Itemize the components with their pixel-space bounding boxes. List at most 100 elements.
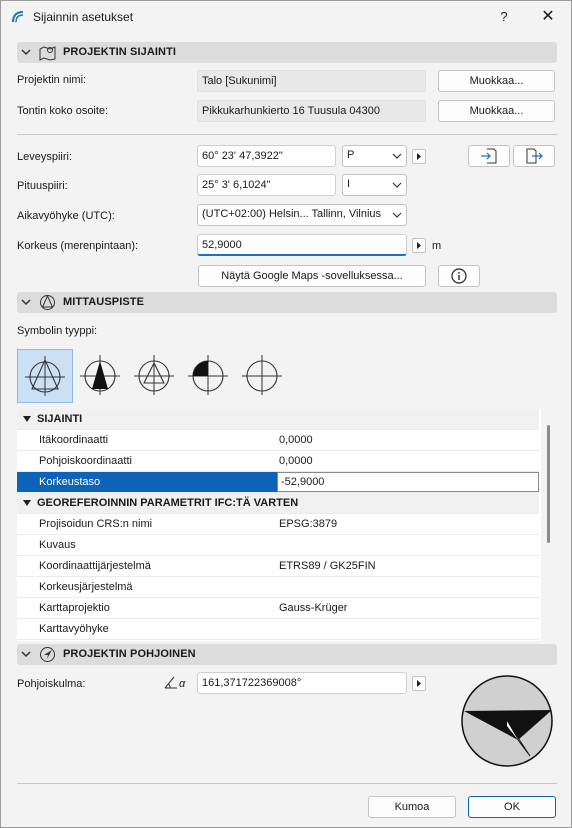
help-button[interactable]: ?: [489, 5, 519, 29]
north-direction-dial[interactable]: [460, 674, 554, 768]
row-key: Korkeusjärjestelmä: [39, 581, 133, 593]
section-project-north[interactable]: PROJEKTIN POHJOINEN: [17, 644, 557, 665]
play-arrow-icon: [417, 153, 421, 160]
longitude-input[interactable]: 25° 3' 6,1024": [197, 174, 336, 196]
altitude-label: Korkeus (merenpintaan):: [17, 240, 139, 252]
row-value: EPSG:3879: [279, 518, 338, 530]
row-key: Projisoidun CRS:n nimi: [39, 518, 153, 530]
edit-site-address-button[interactable]: Muokkaa...: [438, 100, 555, 122]
play-arrow-icon: [417, 242, 421, 249]
latitude-expand-button[interactable]: [412, 149, 426, 164]
window-title: Sijainnin asetukset: [33, 10, 134, 24]
survey-symbol-2-icon: [80, 355, 120, 395]
survey-symbol-4-icon: [188, 355, 228, 395]
close-button[interactable]: ✕: [533, 5, 563, 29]
survey-symbol-3[interactable]: [127, 349, 183, 403]
show-google-maps-button[interactable]: Näytä Google Maps -sovelluksessa...: [198, 265, 426, 287]
section-title: PROJEKTIN SIJAINTI: [63, 46, 177, 58]
section-project-location[interactable]: PROJEKTIN SIJAINTI: [17, 42, 557, 63]
timezone-label: Aikavyöhyke (UTC):: [17, 210, 115, 222]
row-key: Korkeustaso: [39, 476, 101, 488]
grid-scrollbar[interactable]: [547, 425, 550, 543]
north-arrow-icon: [40, 647, 55, 662]
export-coordinates-button[interactable]: [513, 145, 555, 167]
table-row-selected[interactable]: Korkeustaso -52,9000: [17, 472, 539, 493]
location-settings-dialog: Sijainnin asetukset ? ✕ PROJEKTIN SIJAIN…: [0, 0, 572, 828]
north-angle-label: Pohjoiskulma:: [17, 678, 86, 690]
grid-group-location[interactable]: SIJAINTI: [17, 409, 539, 430]
table-row[interactable]: Koordinaattijärjestelmä ETRS89 / GK25FIN: [17, 556, 539, 577]
longitude-direction-select[interactable]: I: [342, 174, 407, 196]
altitude-unit: m: [432, 240, 442, 252]
section-title: PROJEKTIN POHJOINEN: [63, 648, 196, 660]
chevron-down-icon: [21, 299, 31, 306]
row-key: Kuvaus: [39, 539, 76, 551]
chevron-down-icon: [392, 182, 402, 188]
survey-symbol-1[interactable]: [17, 349, 73, 403]
survey-symbol-5-icon: [242, 355, 282, 395]
timezone-value: (UTC+02:00) Helsin... Tallinn, Vilnius: [202, 208, 382, 220]
row-key: Itäkoordinaatti: [39, 434, 109, 446]
altitude-input[interactable]: 52,9000: [197, 234, 407, 256]
app-icon: [12, 11, 24, 23]
divider: [17, 134, 557, 135]
table-row[interactable]: Projisoidun CRS:n nimi EPSG:3879: [17, 514, 539, 535]
chevron-down-icon: [21, 651, 31, 658]
latitude-input[interactable]: 60° 23' 47,3922": [197, 145, 336, 167]
chevron-down-icon: [392, 153, 402, 159]
divider: [17, 783, 557, 784]
export-icon: [526, 148, 543, 164]
row-value: Gauss-Krüger: [279, 602, 348, 614]
map-pin-icon: [39, 46, 56, 61]
latitude-direction-value: P: [347, 149, 355, 161]
cancel-button[interactable]: Kumoa: [368, 796, 456, 818]
table-row[interactable]: Karttaprojektio Gauss-Krüger: [17, 598, 539, 619]
project-name-label: Projektin nimi:: [17, 74, 87, 86]
angle-icon: [164, 676, 177, 689]
chevron-down-icon: [21, 49, 31, 56]
import-coordinates-button[interactable]: [468, 145, 510, 167]
project-name-field: Talo [Sukunimi]: [197, 70, 426, 92]
import-icon: [481, 148, 497, 164]
latitude-direction-select[interactable]: P: [342, 145, 407, 167]
table-row[interactable]: Itäkoordinaatti 0,0000: [17, 430, 539, 451]
table-row[interactable]: Pohjoiskoordinaatti 0,0000: [17, 451, 539, 472]
edit-project-name-button[interactable]: Muokkaa...: [438, 70, 555, 92]
row-value: 0,0000: [279, 434, 313, 446]
north-angle-input[interactable]: 161,371722369008°: [197, 672, 407, 694]
north-angle-expand-button[interactable]: [412, 676, 426, 691]
section-survey-point[interactable]: MITTAUSPISTE: [17, 292, 557, 313]
survey-point-icon: [40, 294, 55, 310]
symbol-type-label: Symbolin tyyppi:: [17, 325, 98, 337]
angle-prefix: α: [179, 678, 186, 690]
table-row[interactable]: Korkeusjärjestelmä: [17, 577, 539, 598]
altitude-expand-button[interactable]: [412, 238, 426, 253]
ok-button[interactable]: OK: [468, 796, 556, 818]
grid-group-title: GEOREFEROINNIN PARAMETRIT IFC:TÄ VARTEN: [37, 497, 299, 509]
survey-symbol-3-icon: [134, 355, 174, 395]
row-key: Karttavyöhyke: [39, 623, 109, 635]
selected-key-cell[interactable]: Korkeustaso: [17, 472, 277, 492]
survey-symbol-1-icon: [25, 356, 65, 396]
table-row[interactable]: Kuvaus: [17, 535, 539, 556]
site-address-label: Tontin koko osoite:: [17, 105, 109, 117]
info-button[interactable]: [438, 265, 480, 287]
row-value: -52,9000: [281, 476, 325, 488]
collapse-triangle-icon: [23, 416, 31, 422]
longitude-direction-value: I: [347, 178, 351, 190]
table-row[interactable]: Karttavyöhyke: [17, 619, 539, 640]
collapse-triangle-icon: [23, 500, 31, 506]
site-address-field: Pikkukarhunkierto 16 Tuusula 04300: [197, 100, 426, 122]
timezone-select[interactable]: (UTC+02:00) Helsin... Tallinn, Vilnius: [197, 204, 407, 226]
grid-group-georeferencing[interactable]: GEOREFEROINNIN PARAMETRIT IFC:TÄ VARTEN: [17, 493, 539, 514]
property-grid: SIJAINTI Itäkoordinaatti 0,0000 Pohjoisk…: [17, 409, 541, 641]
row-value: 0,0000: [279, 455, 313, 467]
grid-group-title: SIJAINTI: [37, 413, 83, 425]
survey-symbol-2[interactable]: [73, 349, 129, 403]
survey-symbol-4[interactable]: [181, 349, 237, 403]
selected-value-editor[interactable]: -52,9000: [277, 472, 539, 492]
chevron-down-icon: [392, 212, 402, 218]
row-value: ETRS89 / GK25FIN: [279, 560, 376, 572]
survey-symbol-5[interactable]: [235, 349, 291, 403]
info-icon: [451, 268, 467, 284]
